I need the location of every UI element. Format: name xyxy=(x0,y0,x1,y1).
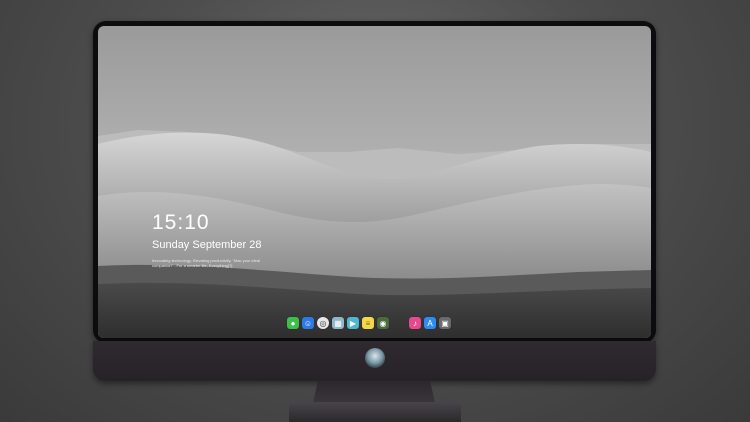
dock: ● ☺ ◎ ▦ ▶ ≡ ◉ ♪ A ▣ xyxy=(287,317,451,329)
brand-logo-icon xyxy=(365,348,385,368)
preview-icon[interactable]: ▦ xyxy=(332,317,344,329)
messages-icon[interactable]: ● xyxy=(287,317,299,329)
photo-booth-icon[interactable]: ◉ xyxy=(377,317,389,329)
lock-clock: 15:10 xyxy=(152,211,210,234)
app-store-icon[interactable]: A xyxy=(424,317,436,329)
stand-base xyxy=(289,402,461,422)
desktop-screen xyxy=(98,26,651,338)
lock-date: Sunday September 28 xyxy=(152,239,262,251)
stand-neck xyxy=(313,381,435,403)
final-cut-icon[interactable]: ▶ xyxy=(347,317,359,329)
photo-icon[interactable]: ▣ xyxy=(439,317,451,329)
lock-tagline: Innovating technology, Elevating product… xyxy=(152,258,260,268)
mountain-wallpaper xyxy=(98,26,651,338)
safari-icon[interactable]: ◎ xyxy=(317,317,329,329)
finder-icon[interactable]: ☺ xyxy=(302,317,314,329)
notes-icon[interactable]: ≡ xyxy=(362,317,374,329)
music-icon[interactable]: ♪ xyxy=(409,317,421,329)
